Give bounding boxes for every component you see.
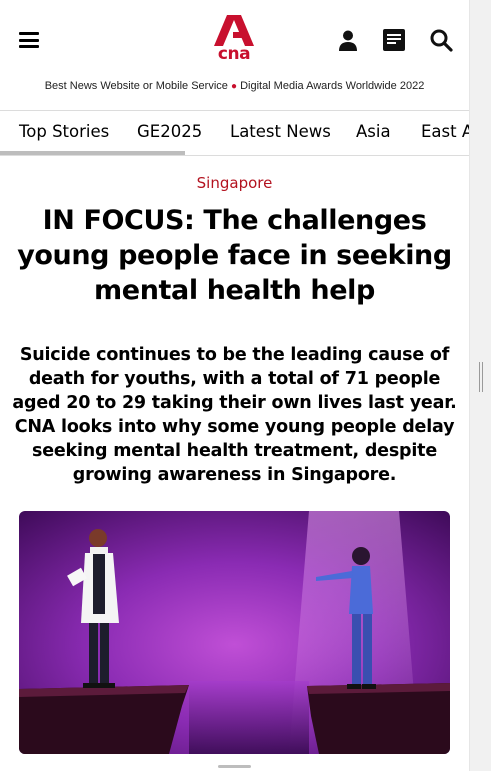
nav-item-ge2025[interactable]: GE2025: [137, 122, 202, 141]
scrollbar-grip-icon[interactable]: [479, 362, 483, 392]
award-text-left: Best News Website or Mobile Service: [44, 80, 228, 92]
cna-logo[interactable]: cna: [214, 15, 254, 67]
nav-item-east-asia[interactable]: East A: [421, 122, 469, 141]
article-page: cna Best News Website or Mobile Service …: [0, 0, 469, 771]
hamburger-menu-icon[interactable]: [19, 32, 39, 48]
nav-item-asia[interactable]: Asia: [356, 122, 391, 141]
nav-item-top-stories[interactable]: Top Stories: [19, 122, 109, 141]
award-banner: Best News Website or Mobile Service ● Di…: [0, 80, 469, 92]
article-category[interactable]: Singapore: [0, 174, 469, 192]
article-summary: Suicide continues to be the leading caus…: [12, 345, 457, 485]
site-header: cna Best News Website or Mobile Service …: [0, 0, 469, 110]
user-icon[interactable]: [336, 28, 360, 52]
award-dot: ●: [230, 81, 237, 92]
article-headline: IN FOCUS: The challenges young people fa…: [17, 205, 452, 306]
nav-item-latest-news[interactable]: Latest News: [230, 122, 331, 141]
logo-text: cna: [217, 44, 251, 64]
award-text-right: Digital Media Awards Worldwide 2022: [240, 80, 425, 92]
section-nav: Top Stories GE2025 Latest News Asia East…: [0, 110, 469, 156]
article-hero-image: [19, 511, 450, 754]
bottom-drag-handle[interactable]: [218, 765, 251, 768]
search-icon[interactable]: [429, 28, 453, 52]
newsletter-icon[interactable]: [382, 28, 406, 52]
nav-scroll-indicator[interactable]: [0, 151, 185, 155]
vertical-scrollbar[interactable]: [469, 0, 491, 771]
